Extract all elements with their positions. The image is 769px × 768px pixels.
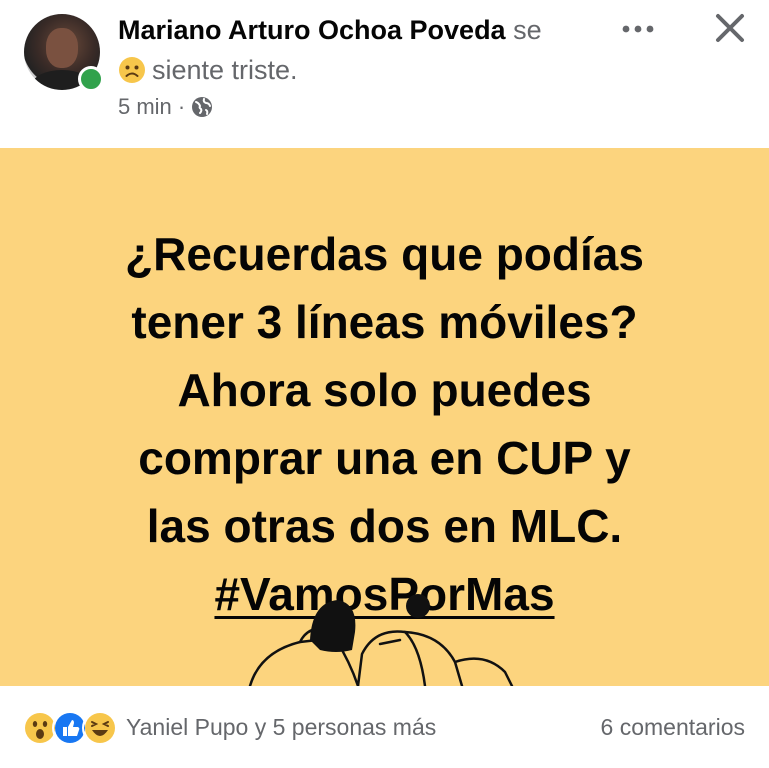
post-text-line: las otras dos en MLC.	[146, 500, 623, 552]
avatar-face	[46, 28, 78, 68]
people-illustration	[248, 594, 514, 686]
post-header: Mariano Arturo Ochoa Poveda se siente tr…	[0, 0, 769, 148]
reactors-text[interactable]: Yaniel Pupo y 5 personas más	[126, 712, 436, 742]
feeling-line: siente triste.	[118, 52, 298, 88]
post-text: ¿Recuerdas que podías tener 3 líneas móv…	[20, 220, 749, 628]
reactions-summary[interactable]	[22, 710, 118, 746]
post-text-line: tener 3 líneas móviles?	[131, 296, 638, 348]
post-meta: 5 min ·	[118, 92, 213, 122]
post-time[interactable]: 5 min	[118, 94, 172, 119]
post-text-line: comprar una en CUP y	[138, 432, 631, 484]
post-text-line: Ahora solo puedes	[177, 364, 592, 416]
haha-reaction-icon	[82, 710, 118, 746]
meta-separator: ·	[177, 94, 186, 119]
sad-face-icon	[119, 57, 145, 83]
comments-count[interactable]: 6 comentarios	[601, 712, 745, 742]
globe-icon[interactable]	[191, 96, 213, 118]
author-name[interactable]: Mariano Arturo Ochoa Poveda	[118, 15, 506, 45]
feeling-verb: se	[513, 15, 542, 45]
post-footer: Yaniel Pupo y 5 personas más 6 comentari…	[0, 686, 769, 768]
post-title: Mariano Arturo Ochoa Poveda se	[118, 12, 638, 48]
close-button[interactable]	[708, 8, 752, 48]
close-icon	[716, 14, 744, 42]
post-text-line: ¿Recuerdas que podías	[125, 228, 644, 280]
post-card[interactable]: ¿Recuerdas que podías tener 3 líneas móv…	[0, 148, 769, 686]
more-options-button[interactable]	[618, 14, 658, 44]
online-status-dot	[78, 66, 104, 92]
more-dots-icon	[622, 25, 654, 33]
feeling-text[interactable]: siente triste.	[152, 55, 298, 85]
